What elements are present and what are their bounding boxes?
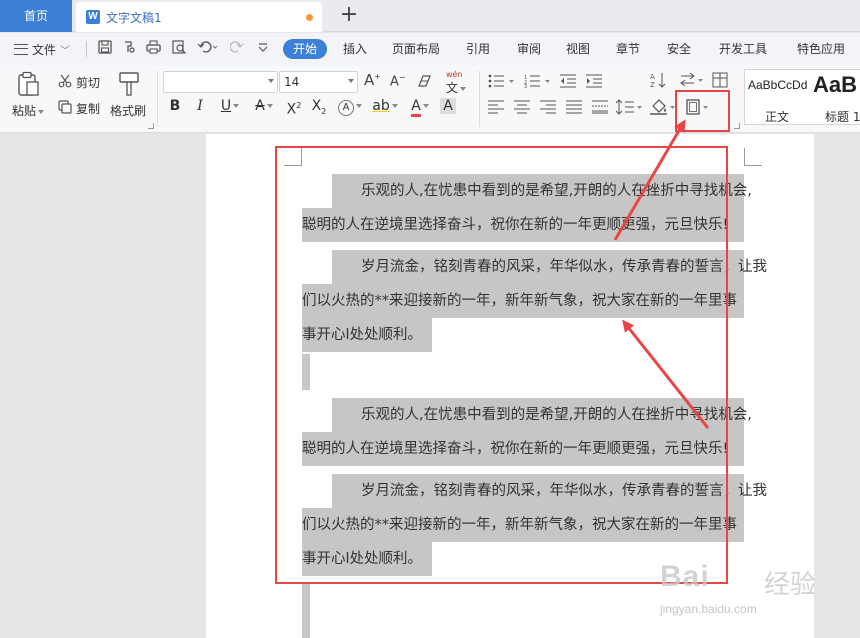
tab-document[interactable]: W 文字文稿1 [76, 2, 322, 32]
watermark-brand: Bai [660, 560, 710, 593]
tab-view[interactable]: 视图 [566, 39, 590, 59]
style-heading-label[interactable]: 标题 1 [825, 108, 860, 125]
table-icon[interactable] [712, 72, 728, 91]
paste-icon[interactable] [16, 71, 42, 99]
file-menu[interactable]: 文件 ﹀ [14, 39, 70, 59]
tab-review[interactable]: 审阅 [517, 39, 541, 59]
document-title: 文字文稿1 [106, 11, 162, 25]
font-name-dropdown-icon[interactable] [268, 79, 274, 83]
style-normal-label[interactable]: 正文 [765, 108, 789, 125]
numbered-list-icon[interactable]: 123 [524, 74, 552, 91]
tab-bar: 首页 W 文字文稿1 + [0, 0, 860, 32]
line-spacing-icon[interactable] [615, 99, 644, 118]
paragraph-launcher-icon[interactable] [734, 123, 740, 129]
shading-icon[interactable] [650, 99, 678, 118]
increase-indent-icon[interactable] [586, 74, 602, 91]
watermark-brand-cn: 经验 [764, 570, 817, 600]
align-center-icon[interactable] [514, 100, 530, 117]
italic-icon[interactable]: I [191, 95, 209, 117]
ribbon: 粘贴 剪切 复制 格式刷 14 A+ A− wén 文 B I U A X2 X2… [0, 65, 860, 133]
paste-button[interactable]: 粘贴 [12, 102, 45, 119]
align-right-icon[interactable] [540, 100, 556, 117]
cut-icon[interactable] [58, 74, 72, 91]
highlight-icon[interactable]: ab [370, 95, 400, 117]
chevron-down-icon: ﹀ [60, 45, 71, 57]
tab-security[interactable]: 安全 [667, 39, 691, 59]
grow-font-icon[interactable]: A+ [364, 71, 381, 89]
menu-bar: 文件 ﹀ 开始 插入 页面布局 引用 审阅 视图 章节 安全 开发工具 特色应用 [0, 33, 860, 65]
baidu-watermark: Bai 经验 jingyan.baidu.com [660, 560, 850, 630]
format-brush-quick-icon[interactable] [120, 40, 138, 58]
tab-start[interactable]: 开始 [283, 39, 328, 59]
style-heading-sample: AaB [813, 72, 858, 97]
bold-icon[interactable]: B [166, 95, 184, 117]
shrink-font-icon[interactable]: A− [390, 73, 406, 89]
strikethrough-icon[interactable]: A [250, 95, 278, 117]
pinyin-guide-icon[interactable]: wén 文 [446, 71, 467, 96]
font-name-select[interactable] [163, 71, 278, 93]
tab-references[interactable]: 引用 [466, 39, 490, 59]
clear-format-icon[interactable] [417, 74, 433, 91]
file-menu-label: 文件 [32, 42, 57, 57]
font-size-value: 14 [284, 75, 300, 89]
line-spacing-toggle-icon[interactable] [680, 72, 706, 90]
margin-corner-top-right [744, 148, 762, 166]
svg-text:Z: Z [650, 81, 655, 88]
svg-text:A: A [650, 73, 655, 81]
tab-page-layout[interactable]: 页面布局 [392, 39, 440, 59]
unsaved-indicator [306, 14, 313, 21]
customize-quick-access-icon[interactable] [254, 40, 272, 58]
tab-insert[interactable]: 插入 [343, 39, 367, 59]
tab-home[interactable]: 首页 [0, 0, 72, 32]
annotation-box-borders-button [675, 90, 730, 132]
text-effects-icon[interactable]: A [337, 95, 363, 117]
align-left-icon[interactable] [488, 100, 504, 117]
writer-icon: W [86, 10, 100, 24]
tab-special-apps[interactable]: 特色应用 [797, 39, 845, 59]
empty-paragraph[interactable] [302, 582, 310, 638]
distributed-align-icon[interactable] [592, 100, 608, 117]
hamburger-icon [14, 43, 28, 55]
save-icon[interactable] [96, 40, 114, 58]
font-size-dropdown-icon[interactable] [348, 79, 354, 83]
redo-icon[interactable] [228, 40, 246, 58]
svg-text:3: 3 [524, 84, 527, 88]
font-color-icon[interactable]: A [405, 95, 435, 117]
clipboard-launcher-icon[interactable] [148, 123, 154, 129]
styles-gallery[interactable]: AaBbCcDd 正文 AaB 标题 1 [744, 69, 860, 125]
character-shading-icon[interactable]: A [438, 95, 458, 117]
undo-icon[interactable] [196, 40, 220, 58]
decrease-indent-icon[interactable] [560, 74, 576, 91]
print-icon[interactable] [144, 40, 162, 58]
copy-button[interactable]: 复制 [76, 100, 100, 117]
sort-icon[interactable]: AZ [650, 72, 666, 91]
tab-developer[interactable]: 开发工具 [719, 39, 767, 59]
underline-icon[interactable]: U [216, 95, 244, 117]
style-normal-sample: AaBbCcDd [748, 78, 808, 92]
print-preview-icon[interactable] [170, 40, 188, 58]
cut-button[interactable]: 剪切 [76, 74, 100, 91]
subscript-icon[interactable]: X2 [309, 95, 329, 117]
ribbon-divider [479, 71, 480, 127]
superscript-icon[interactable]: X2 [284, 95, 304, 118]
watermark-url: jingyan.baidu.com [660, 602, 757, 616]
justify-icon[interactable] [566, 100, 582, 117]
annotation-box-document [275, 146, 728, 584]
menu-divider [86, 41, 87, 57]
tab-sections[interactable]: 章节 [616, 39, 640, 59]
copy-icon[interactable] [58, 100, 72, 117]
bullet-list-icon[interactable] [488, 74, 516, 91]
format-painter-icon[interactable] [118, 71, 140, 100]
font-size-select[interactable]: 14 [279, 71, 358, 93]
ribbon-divider [157, 71, 158, 127]
paste-label: 粘贴 [12, 104, 37, 118]
new-tab-button[interactable]: + [338, 3, 360, 29]
format-painter-button[interactable]: 格式刷 [110, 102, 146, 119]
